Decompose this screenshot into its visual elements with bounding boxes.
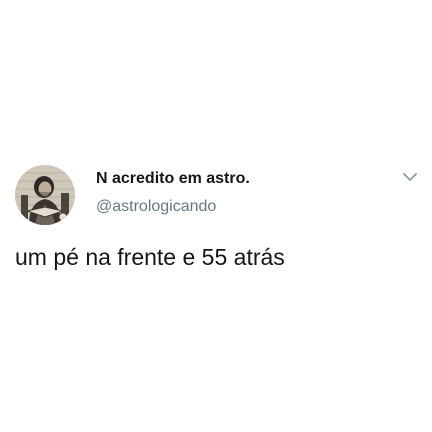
chevron-down-icon[interactable] [401, 168, 419, 186]
display-name[interactable]: N acredito em astro. [96, 170, 250, 188]
user-handle[interactable]: @astrologicando [96, 198, 216, 216]
engraving-portrait-icon [15, 165, 75, 225]
avatar[interactable] [15, 165, 75, 225]
tweet-text: um pé na frente e 55 atrás [15, 244, 285, 270]
tweet-card: N acredito em astro. @astrologicando um … [0, 0, 432, 432]
